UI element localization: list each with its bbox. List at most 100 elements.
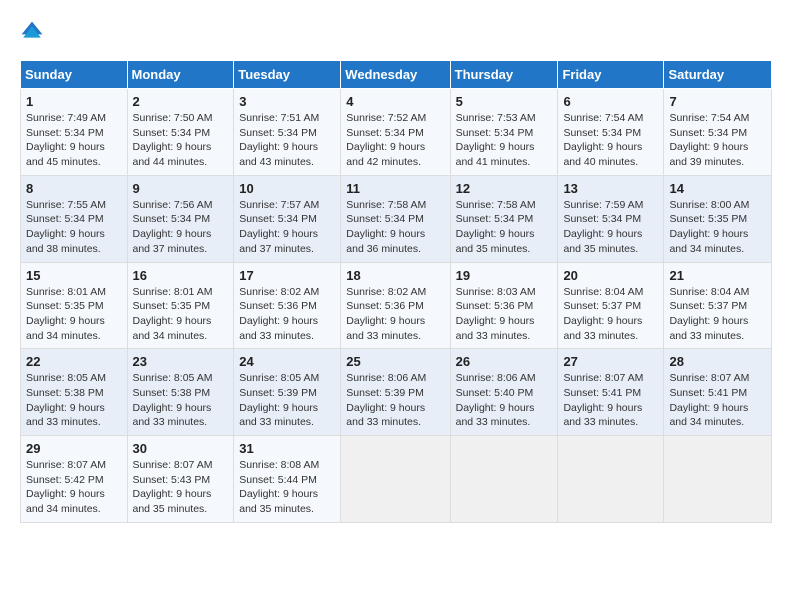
day-info: Sunrise: 7:49 AMSunset: 5:34 PMDaylight:…	[26, 112, 106, 168]
calendar-cell: 19 Sunrise: 8:03 AMSunset: 5:36 PMDaylig…	[450, 262, 558, 349]
calendar-cell: 23 Sunrise: 8:05 AMSunset: 5:38 PMDaylig…	[127, 349, 234, 436]
day-info: Sunrise: 8:03 AMSunset: 5:36 PMDaylight:…	[456, 286, 536, 342]
day-info: Sunrise: 7:58 AMSunset: 5:34 PMDaylight:…	[346, 199, 426, 255]
day-number: 29	[26, 441, 122, 456]
day-info: Sunrise: 7:51 AMSunset: 5:34 PMDaylight:…	[239, 112, 319, 168]
calendar-cell: 18 Sunrise: 8:02 AMSunset: 5:36 PMDaylig…	[341, 262, 450, 349]
calendar-cell: 13 Sunrise: 7:59 AMSunset: 5:34 PMDaylig…	[558, 175, 664, 262]
day-info: Sunrise: 7:50 AMSunset: 5:34 PMDaylight:…	[133, 112, 213, 168]
day-number: 28	[669, 354, 766, 369]
day-number: 22	[26, 354, 122, 369]
day-number: 31	[239, 441, 335, 456]
calendar-body: 1 Sunrise: 7:49 AMSunset: 5:34 PMDayligh…	[21, 89, 772, 523]
header-day-thursday: Thursday	[450, 61, 558, 89]
day-number: 12	[456, 181, 553, 196]
calendar-cell: 28 Sunrise: 8:07 AMSunset: 5:41 PMDaylig…	[664, 349, 772, 436]
calendar-cell: 1 Sunrise: 7:49 AMSunset: 5:34 PMDayligh…	[21, 89, 128, 176]
calendar-cell: 6 Sunrise: 7:54 AMSunset: 5:34 PMDayligh…	[558, 89, 664, 176]
day-number: 10	[239, 181, 335, 196]
calendar-cell: 11 Sunrise: 7:58 AMSunset: 5:34 PMDaylig…	[341, 175, 450, 262]
day-number: 8	[26, 181, 122, 196]
calendar-cell: 22 Sunrise: 8:05 AMSunset: 5:38 PMDaylig…	[21, 349, 128, 436]
header-day-friday: Friday	[558, 61, 664, 89]
calendar-cell: 2 Sunrise: 7:50 AMSunset: 5:34 PMDayligh…	[127, 89, 234, 176]
calendar-cell: 12 Sunrise: 7:58 AMSunset: 5:34 PMDaylig…	[450, 175, 558, 262]
week-row-4: 22 Sunrise: 8:05 AMSunset: 5:38 PMDaylig…	[21, 349, 772, 436]
day-info: Sunrise: 8:04 AMSunset: 5:37 PMDaylight:…	[563, 286, 643, 342]
calendar-cell: 5 Sunrise: 7:53 AMSunset: 5:34 PMDayligh…	[450, 89, 558, 176]
calendar-cell: 21 Sunrise: 8:04 AMSunset: 5:37 PMDaylig…	[664, 262, 772, 349]
day-number: 18	[346, 268, 444, 283]
logo	[20, 20, 48, 44]
calendar-cell: 27 Sunrise: 8:07 AMSunset: 5:41 PMDaylig…	[558, 349, 664, 436]
calendar-cell: 4 Sunrise: 7:52 AMSunset: 5:34 PMDayligh…	[341, 89, 450, 176]
day-info: Sunrise: 7:58 AMSunset: 5:34 PMDaylight:…	[456, 199, 536, 255]
calendar-cell: 26 Sunrise: 8:06 AMSunset: 5:40 PMDaylig…	[450, 349, 558, 436]
day-info: Sunrise: 8:07 AMSunset: 5:43 PMDaylight:…	[133, 459, 213, 515]
calendar-cell: 10 Sunrise: 7:57 AMSunset: 5:34 PMDaylig…	[234, 175, 341, 262]
day-info: Sunrise: 8:01 AMSunset: 5:35 PMDaylight:…	[133, 286, 213, 342]
day-number: 24	[239, 354, 335, 369]
day-number: 15	[26, 268, 122, 283]
day-number: 9	[133, 181, 229, 196]
day-info: Sunrise: 8:05 AMSunset: 5:38 PMDaylight:…	[26, 372, 106, 428]
day-number: 16	[133, 268, 229, 283]
calendar-cell: 30 Sunrise: 8:07 AMSunset: 5:43 PMDaylig…	[127, 436, 234, 523]
day-number: 17	[239, 268, 335, 283]
day-number: 26	[456, 354, 553, 369]
calendar-cell	[450, 436, 558, 523]
day-number: 23	[133, 354, 229, 369]
day-info: Sunrise: 8:02 AMSunset: 5:36 PMDaylight:…	[239, 286, 319, 342]
day-info: Sunrise: 8:05 AMSunset: 5:39 PMDaylight:…	[239, 372, 319, 428]
day-number: 13	[563, 181, 658, 196]
day-info: Sunrise: 7:54 AMSunset: 5:34 PMDaylight:…	[563, 112, 643, 168]
calendar-cell: 15 Sunrise: 8:01 AMSunset: 5:35 PMDaylig…	[21, 262, 128, 349]
day-info: Sunrise: 7:55 AMSunset: 5:34 PMDaylight:…	[26, 199, 106, 255]
calendar-cell: 29 Sunrise: 8:07 AMSunset: 5:42 PMDaylig…	[21, 436, 128, 523]
day-info: Sunrise: 7:54 AMSunset: 5:34 PMDaylight:…	[669, 112, 749, 168]
calendar-cell: 20 Sunrise: 8:04 AMSunset: 5:37 PMDaylig…	[558, 262, 664, 349]
header-day-saturday: Saturday	[664, 61, 772, 89]
day-number: 6	[563, 94, 658, 109]
header-day-tuesday: Tuesday	[234, 61, 341, 89]
calendar-cell: 7 Sunrise: 7:54 AMSunset: 5:34 PMDayligh…	[664, 89, 772, 176]
calendar-cell: 16 Sunrise: 8:01 AMSunset: 5:35 PMDaylig…	[127, 262, 234, 349]
day-info: Sunrise: 8:04 AMSunset: 5:37 PMDaylight:…	[669, 286, 749, 342]
day-number: 27	[563, 354, 658, 369]
header-day-wednesday: Wednesday	[341, 61, 450, 89]
day-number: 7	[669, 94, 766, 109]
logo-icon	[20, 20, 44, 44]
day-number: 5	[456, 94, 553, 109]
calendar-header: SundayMondayTuesdayWednesdayThursdayFrid…	[21, 61, 772, 89]
page-header	[20, 20, 772, 44]
calendar-cell: 31 Sunrise: 8:08 AMSunset: 5:44 PMDaylig…	[234, 436, 341, 523]
calendar-cell	[558, 436, 664, 523]
calendar-cell: 24 Sunrise: 8:05 AMSunset: 5:39 PMDaylig…	[234, 349, 341, 436]
week-row-5: 29 Sunrise: 8:07 AMSunset: 5:42 PMDaylig…	[21, 436, 772, 523]
week-row-2: 8 Sunrise: 7:55 AMSunset: 5:34 PMDayligh…	[21, 175, 772, 262]
day-info: Sunrise: 8:06 AMSunset: 5:39 PMDaylight:…	[346, 372, 426, 428]
day-info: Sunrise: 8:07 AMSunset: 5:42 PMDaylight:…	[26, 459, 106, 515]
day-number: 2	[133, 94, 229, 109]
day-info: Sunrise: 7:52 AMSunset: 5:34 PMDaylight:…	[346, 112, 426, 168]
header-day-monday: Monday	[127, 61, 234, 89]
day-number: 25	[346, 354, 444, 369]
day-info: Sunrise: 7:57 AMSunset: 5:34 PMDaylight:…	[239, 199, 319, 255]
day-number: 14	[669, 181, 766, 196]
day-number: 30	[133, 441, 229, 456]
day-number: 20	[563, 268, 658, 283]
day-number: 11	[346, 181, 444, 196]
calendar-cell: 14 Sunrise: 8:00 AMSunset: 5:35 PMDaylig…	[664, 175, 772, 262]
calendar-cell: 17 Sunrise: 8:02 AMSunset: 5:36 PMDaylig…	[234, 262, 341, 349]
calendar-cell: 3 Sunrise: 7:51 AMSunset: 5:34 PMDayligh…	[234, 89, 341, 176]
week-row-3: 15 Sunrise: 8:01 AMSunset: 5:35 PMDaylig…	[21, 262, 772, 349]
day-number: 3	[239, 94, 335, 109]
day-info: Sunrise: 7:59 AMSunset: 5:34 PMDaylight:…	[563, 199, 643, 255]
calendar-cell	[341, 436, 450, 523]
day-number: 1	[26, 94, 122, 109]
day-info: Sunrise: 7:53 AMSunset: 5:34 PMDaylight:…	[456, 112, 536, 168]
calendar-table: SundayMondayTuesdayWednesdayThursdayFrid…	[20, 60, 772, 523]
day-number: 19	[456, 268, 553, 283]
day-info: Sunrise: 8:02 AMSunset: 5:36 PMDaylight:…	[346, 286, 426, 342]
day-number: 4	[346, 94, 444, 109]
